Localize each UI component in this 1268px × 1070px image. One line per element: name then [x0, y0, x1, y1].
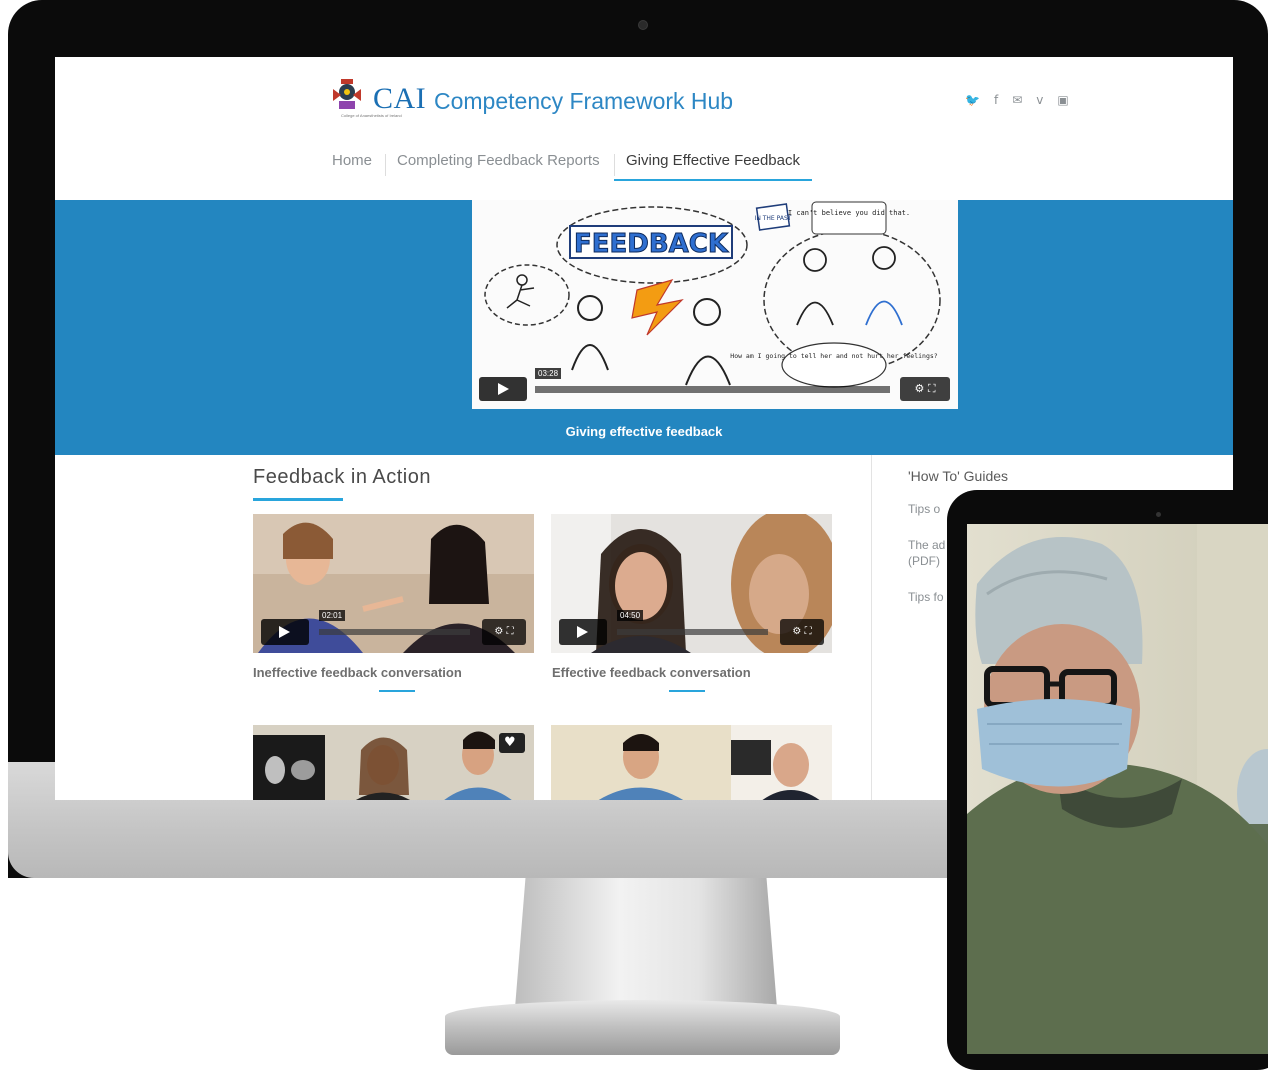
section-title: Feedback in Action — [253, 466, 431, 488]
sidebar-divider — [871, 455, 872, 800]
settings-fullscreen-icons[interactable]: ⚙ ⛶ — [482, 619, 526, 645]
play-button[interactable] — [261, 619, 309, 645]
twitter-icon[interactable]: 🐦 — [965, 93, 980, 107]
video-time: 02:01 — [319, 610, 346, 621]
svg-text:IN THE PAST: IN THE PAST — [755, 215, 792, 222]
video-controls: 04:50 ⚙ ⛶ — [559, 610, 824, 645]
caption-underline — [669, 690, 705, 692]
settings-fullscreen-icons[interactable]: ⚙ ⛶ — [780, 619, 824, 645]
video-caption-effective[interactable]: Effective feedback conversation — [552, 665, 751, 680]
main-nav: Home Completing Feedback Reports Giving … — [55, 152, 1233, 182]
caption-underline — [379, 690, 415, 692]
ipad-frame — [947, 490, 1268, 1070]
facebook-icon[interactable]: f — [994, 93, 998, 107]
video-thumbnail-3[interactable]: ♥ — [253, 725, 534, 800]
site-title[interactable]: Competency Framework Hub — [434, 88, 733, 115]
video-thumbnail-effective[interactable]: 04:50 ⚙ ⛶ — [551, 514, 832, 653]
hero-settings-fullscreen-icons[interactable]: ⚙ ⛶ — [900, 377, 950, 401]
email-icon[interactable]: ✉ — [1012, 93, 1022, 107]
svg-text:I can't believe you did that.: I can't believe you did that. — [788, 209, 910, 217]
section-title-underline — [253, 498, 343, 501]
surgeon-photo — [967, 524, 1268, 1054]
nav-item-completing-feedback-reports[interactable]: Completing Feedback Reports — [397, 152, 600, 169]
heart-icon[interactable]: ♥ — [504, 735, 516, 750]
hero-video-time: 03:28 — [535, 368, 562, 379]
hero-play-button[interactable] — [479, 377, 527, 401]
hero-video-player[interactable]: FEEDBACK IN THE PAST I can't believe you… — [472, 200, 958, 409]
nav-divider — [385, 154, 386, 176]
play-button[interactable] — [559, 619, 607, 645]
sidebar-title: 'How To' Guides — [908, 468, 1009, 484]
nav-item-home[interactable]: Home — [332, 152, 372, 169]
nav-divider — [614, 154, 615, 176]
video-caption-ineffective[interactable]: Ineffective feedback conversation — [253, 665, 462, 680]
hero-video-controls: 03:28 ⚙ ⛶ — [479, 368, 950, 401]
hero-banner: FEEDBACK IN THE PAST I can't believe you… — [55, 200, 1233, 455]
imac-camera — [638, 20, 648, 30]
imac-stand-base — [445, 1000, 840, 1055]
nav-active-underline — [614, 179, 812, 181]
progress-bar[interactable] — [319, 629, 470, 635]
video-thumbnail-4[interactable] — [551, 725, 832, 800]
crest-logo-icon[interactable] — [327, 77, 367, 113]
video-still-consultation — [551, 725, 832, 800]
logo-cai-text[interactable]: CAI — [373, 82, 426, 116]
video-controls: 02:01 ⚙ ⛶ — [261, 610, 526, 645]
svg-text:How am I going to tell her and: How am I going to tell her and not hurt … — [730, 352, 937, 360]
video-thumbnail-ineffective[interactable]: 02:01 ⚙ ⛶ — [253, 514, 534, 653]
progress-bar[interactable] — [617, 629, 768, 635]
imac-stand-neck — [515, 878, 777, 1008]
video-still-scan-review — [253, 725, 534, 800]
video-time: 04:50 — [617, 610, 644, 621]
ipad-camera — [1156, 512, 1161, 517]
ipad-screen — [967, 524, 1268, 1054]
site-header: College of Anaesthetists of Ireland CAI … — [55, 57, 1233, 200]
nav-item-giving-effective-feedback[interactable]: Giving Effective Feedback — [626, 152, 800, 169]
youtube-icon[interactable]: ▣ — [1057, 93, 1068, 107]
hero-progress-bar[interactable] — [535, 386, 890, 393]
vimeo-icon[interactable]: v — [1036, 93, 1043, 107]
illustration-title: FEEDBACK — [574, 229, 729, 259]
social-links: 🐦 f ✉ v ▣ — [965, 93, 1069, 107]
hero-caption: Giving effective feedback — [565, 424, 723, 439]
